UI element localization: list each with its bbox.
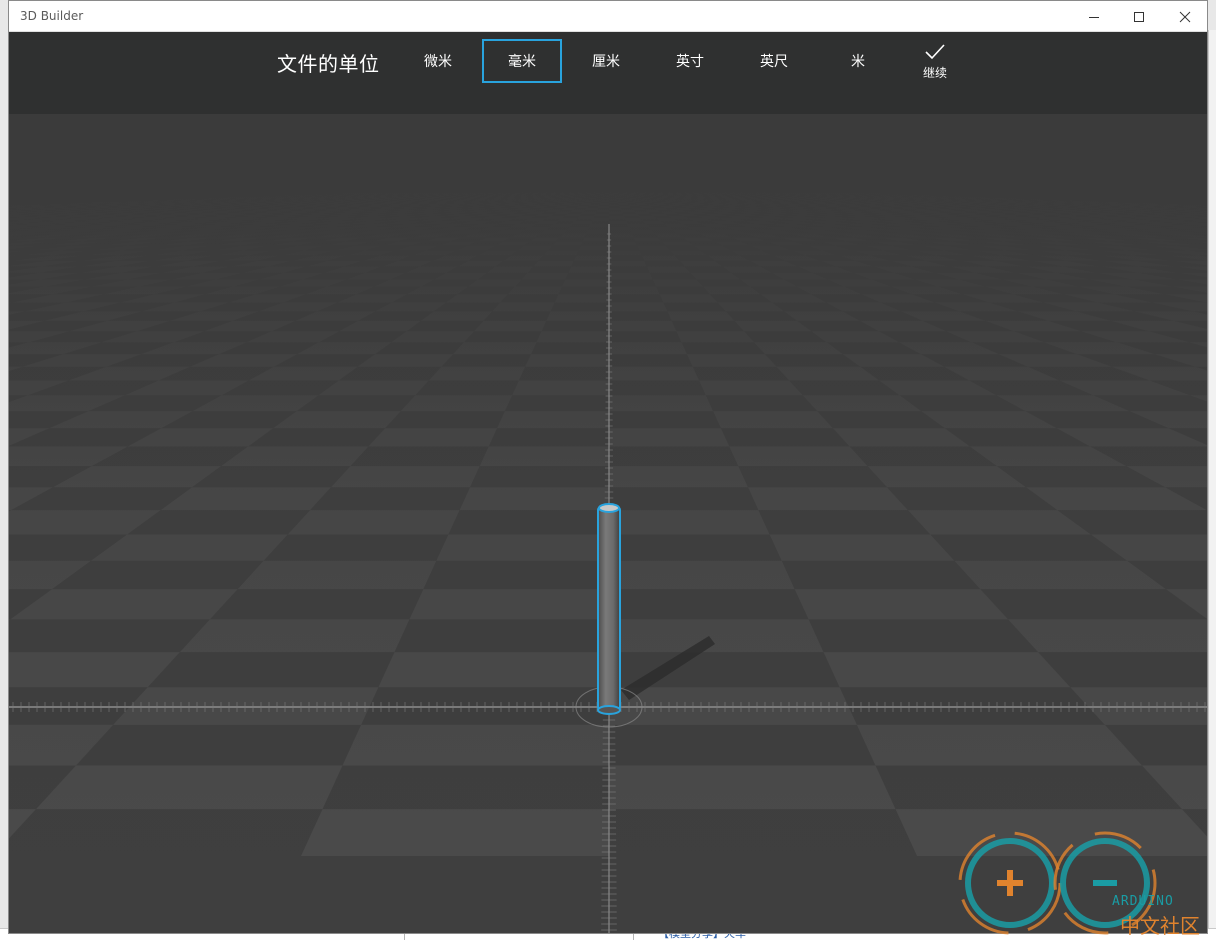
minimize-icon <box>1089 16 1099 18</box>
unit-option-micrometer[interactable]: 微米 <box>398 39 478 83</box>
scene-canvas[interactable] <box>9 114 1208 934</box>
unit-option-millimeter[interactable]: 毫米 <box>482 39 562 83</box>
watermark-subtitle: 中文社区 <box>1120 914 1200 938</box>
unit-option-label: 米 <box>851 54 865 70</box>
unit-option-label: 厘米 <box>592 54 620 70</box>
close-icon <box>1179 11 1191 22</box>
unit-option-label: 英尺 <box>760 54 788 70</box>
unit-option-label: 微米 <box>424 54 452 70</box>
app-window: 3D Builder 文件的单位 微米 毫米 厘米 英寸 英尺 米 继续 <box>8 0 1208 934</box>
unit-option-inch[interactable]: 英寸 <box>650 39 730 83</box>
minimize-button[interactable] <box>1071 1 1117 32</box>
watermark-brand: ARDUINO <box>1112 894 1174 909</box>
unit-option-label: 毫米 <box>508 54 536 70</box>
window-title: 3D Builder <box>20 9 84 23</box>
cylinder-model[interactable] <box>597 503 621 715</box>
units-heading: 文件的单位 <box>277 52 380 76</box>
background-window-edge <box>1208 30 1216 940</box>
units-toolbar: 文件的单位 微米 毫米 厘米 英寸 英尺 米 继续 <box>9 32 1207 114</box>
maximize-button[interactable] <box>1116 1 1162 32</box>
close-button[interactable] <box>1162 1 1207 32</box>
continue-label: 继续 <box>922 66 947 80</box>
unit-option-label: 英寸 <box>676 54 704 70</box>
unit-option-centimeter[interactable]: 厘米 <box>566 39 646 83</box>
unit-option-meter[interactable]: 米 <box>818 39 898 83</box>
continue-button[interactable]: 继续 <box>909 42 961 90</box>
title-bar[interactable]: 3D Builder <box>9 1 1207 32</box>
3d-viewport[interactable] <box>9 114 1208 934</box>
maximize-icon <box>1134 11 1144 22</box>
unit-option-foot[interactable]: 英尺 <box>734 39 814 83</box>
checkmark-icon <box>925 44 945 60</box>
